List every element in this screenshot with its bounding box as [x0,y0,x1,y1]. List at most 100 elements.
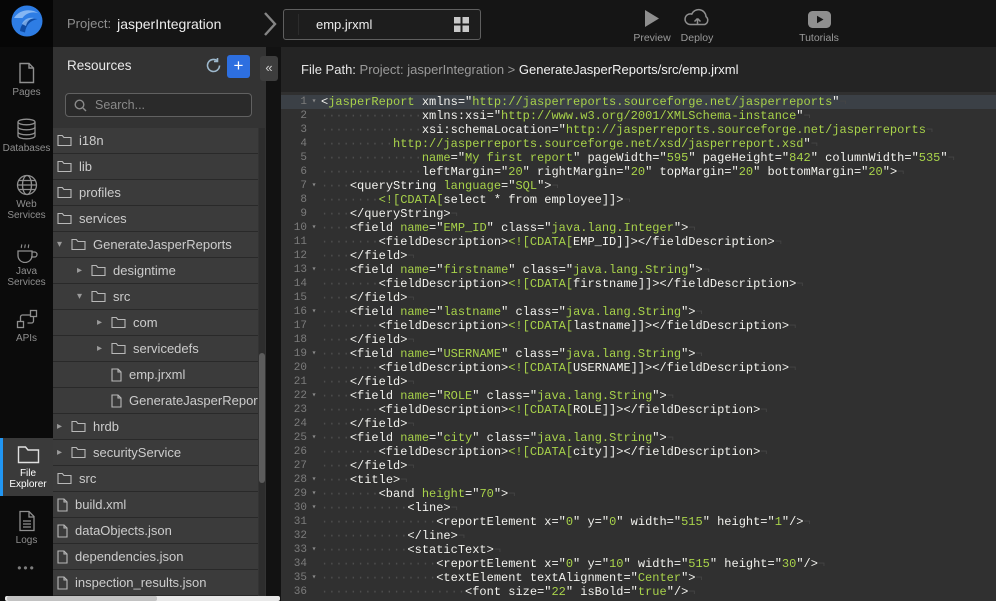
horizontal-scrollbar[interactable] [5,596,280,601]
code-line[interactable]: 16▾····<field name="lastname" class="jav… [281,305,996,319]
tree-item[interactable]: ▾src [53,284,258,310]
tree-scrollbar-thumb[interactable] [259,353,265,483]
code-line[interactable]: 33▾············<staticText>¬ [281,543,996,557]
code-editor[interactable]: 1▾<jasperReport xmlns="http://jasperrepo… [281,92,996,601]
open-file-tab[interactable]: emp.jrxml [283,9,481,40]
add-resource-button[interactable]: + [227,55,250,78]
tree-item[interactable]: dataObjects.json [53,518,258,544]
sidebar-item-databases[interactable]: Databases [0,113,53,160]
code-line[interactable]: 11········<fieldDescription><![CDATA[EMP… [281,235,996,249]
code-line[interactable]: 18····</field>¬ [281,333,996,347]
tree-item[interactable]: i18n [53,128,258,154]
tree-item[interactable]: ▸securityService [53,440,258,466]
deploy-button[interactable]: Deploy [675,6,719,44]
sidebar-item-file-explorer[interactable]: File Explorer [0,438,53,496]
tree-item[interactable]: GenerateJasperReports.s [53,388,258,414]
fold-icon[interactable]: ▾ [307,263,321,277]
code-line[interactable]: 35▾················<textElement textAlig… [281,571,996,585]
preview-button[interactable]: Preview [630,6,674,44]
fold-icon[interactable]: ▾ [307,571,321,585]
tree-item[interactable]: ▸designtime [53,258,258,284]
search-box[interactable] [65,93,252,117]
code-line[interactable]: 26········<fieldDescription><![CDATA[cit… [281,445,996,459]
sidebar-item-web-services[interactable]: Web Services [0,169,53,227]
code-line[interactable]: 10▾····<field name="EMP_ID" class="java.… [281,221,996,235]
fold-icon[interactable]: ▾ [307,389,321,403]
tutorials-button[interactable]: Tutorials [793,6,845,44]
code-line[interactable]: 14········<fieldDescription><![CDATA[fir… [281,277,996,291]
tree-item[interactable]: inspection_results.json [53,570,258,596]
tree-item[interactable]: src [53,466,258,492]
horizontal-scrollbar-thumb[interactable] [7,596,157,601]
code-line[interactable]: 1▾<jasperReport xmlns="http://jasperrepo… [281,95,996,109]
tree-item[interactable]: ▸hrdb [53,414,258,440]
fold-icon[interactable]: ▾ [307,543,321,557]
fold-icon[interactable]: ▾ [307,487,321,501]
code-line[interactable]: 17········<fieldDescription><![CDATA[las… [281,319,996,333]
code-line[interactable]: 15····</field>¬ [281,291,996,305]
code-line[interactable]: 12····</field>¬ [281,249,996,263]
code-line[interactable]: 27····</field>¬ [281,459,996,473]
app-logo[interactable] [0,0,53,47]
code-line[interactable]: 3··············xsi:schemaLocation="http:… [281,123,996,137]
tree-item[interactable]: ▸servicedefs [53,336,258,362]
code-line[interactable]: 28▾····<title>¬ [281,473,996,487]
sidebar-item-logs[interactable]: Logs [0,505,53,552]
tree-item[interactable]: lib [53,154,258,180]
sidebar-item-apis[interactable]: APIs [0,303,53,350]
code-line[interactable]: 23········<fieldDescription><![CDATA[ROL… [281,403,996,417]
search-input[interactable] [93,97,237,113]
more-options-button[interactable]: ••• [0,561,53,575]
fold-icon[interactable]: ▾ [307,473,321,487]
code-line[interactable]: 20········<fieldDescription><![CDATA[USE… [281,361,996,375]
code-line[interactable]: 29▾········<band height="70">¬ [281,487,996,501]
code-line[interactable]: 34················<reportElement x="0" y… [281,557,996,571]
fold-icon[interactable]: ▾ [307,179,321,193]
code-line[interactable]: 4··········http://jasperreports.sourcefo… [281,137,996,151]
sidebar-item-java-services[interactable]: Java Services [0,236,53,294]
code-line[interactable]: 8········<![CDATA[select * from employee… [281,193,996,207]
fold-icon[interactable]: ▾ [307,305,321,319]
code-line[interactable]: 13▾····<field name="firstname" class="ja… [281,263,996,277]
expand-arrow-icon[interactable]: ▸ [57,447,71,458]
code-line[interactable]: 30▾············<line>¬ [281,501,996,515]
tree-item[interactable]: dependencies.json [53,544,258,570]
expand-arrow-icon[interactable]: ▸ [57,421,71,432]
code-line[interactable]: 32············</line>¬ [281,529,996,543]
expand-arrow-icon[interactable]: ▾ [77,291,91,302]
expand-arrow-icon[interactable]: ▾ [57,239,71,250]
fold-icon[interactable]: ▾ [307,501,321,515]
code-line[interactable]: 24····</field>¬ [281,417,996,431]
code-token: firstname]]></fieldDescription> [573,277,796,291]
tree-item[interactable]: services [53,206,258,232]
fold-icon[interactable]: ▾ [307,347,321,361]
code-line[interactable]: 31················<reportElement x="0" y… [281,515,996,529]
code-line[interactable]: 19▾····<field name="USERNAME" class="jav… [281,347,996,361]
tree-item[interactable]: profiles [53,180,258,206]
tree-item[interactable]: ▸com [53,310,258,336]
code-line[interactable]: 36····················<font size="22" is… [281,585,996,599]
expand-arrow-icon[interactable]: ▸ [77,265,91,276]
code-line[interactable]: 9····</queryString>¬ [281,207,996,221]
code-line[interactable]: 6··············leftMargin="20" rightMarg… [281,165,996,179]
expand-arrow-icon[interactable]: ▸ [97,317,111,328]
tree-item[interactable]: emp.jrxml [53,362,258,388]
code-line[interactable]: 22▾····<field name="ROLE" class="java.la… [281,389,996,403]
fold-icon[interactable]: ▾ [307,95,321,109]
code-line[interactable]: 5··············name="My first report" pa… [281,151,996,165]
tree-item[interactable]: ▾GenerateJasperReports [53,232,258,258]
expand-arrow-icon[interactable]: ▸ [97,343,111,354]
tree-item[interactable]: build.xml [53,492,258,518]
code-line[interactable]: 25▾····<field name="city" class="java.la… [281,431,996,445]
sidebar-item-pages[interactable]: Pages [0,57,53,104]
code-line[interactable]: 2··············xmlns:xsi="http://www.w3.… [281,109,996,123]
grid-icon[interactable] [454,17,469,32]
tree-scrollbar[interactable] [259,128,265,596]
fold-icon[interactable]: ▾ [307,431,321,445]
code-token: ROLE [443,389,472,403]
refresh-button[interactable] [205,57,222,79]
code-line[interactable]: 21····</field>¬ [281,375,996,389]
fold-icon[interactable]: ▾ [307,221,321,235]
code-line[interactable]: 7▾····<queryString language="SQL">¬ [281,179,996,193]
collapse-panel-button[interactable]: « [260,56,278,81]
